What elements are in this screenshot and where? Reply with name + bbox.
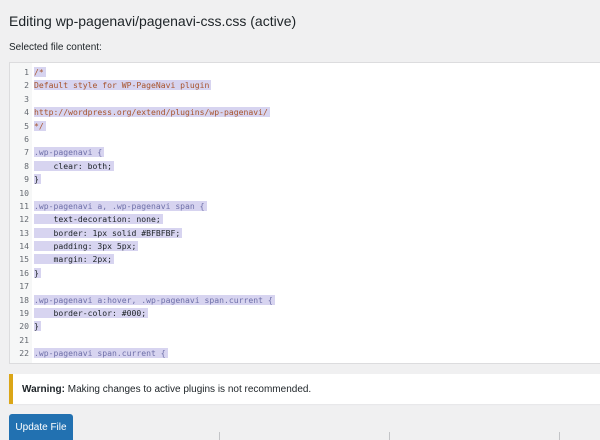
code-line[interactable]: 11 .wp-pagenavi a, .wp-pagenavi span { xyxy=(10,200,600,213)
update-file-button[interactable]: Update File xyxy=(9,414,73,440)
code-line[interactable]: 4 http://wordpress.org/extend/plugins/wp-… xyxy=(10,106,600,119)
line-number: 12 xyxy=(19,214,29,225)
line-number: 3 xyxy=(24,93,29,104)
line-number: 18 xyxy=(19,294,29,305)
code-line[interactable]: 2 Default style for WP-PageNavi plugin xyxy=(10,79,600,92)
code-line[interactable]: 13 border: 1px solid #BFBFBF; xyxy=(10,227,600,240)
line-text: padding: 3px 5px; xyxy=(34,241,139,252)
line-number: 16 xyxy=(19,267,29,278)
selected-file-label: Selected file content: xyxy=(9,42,102,53)
line-number: 13 xyxy=(19,227,29,238)
line-text: border: 1px solid #BFBFBF; xyxy=(34,227,183,238)
line-number: 15 xyxy=(19,254,29,265)
line-text: .wp-pagenavi a, .wp-pagenavi span { xyxy=(34,200,207,211)
line-number: 2 xyxy=(24,80,29,91)
line-number: 9 xyxy=(24,174,29,185)
code-line[interactable]: 16} xyxy=(10,267,600,280)
code-editor[interactable]: 1 /* 2 Default style for WP-PageNavi plugin… xyxy=(9,62,600,364)
column-divider xyxy=(389,432,390,440)
line-text: */ xyxy=(34,120,46,131)
code-line[interactable]: 21 xyxy=(10,334,600,347)
code-line[interactable]: 22 .wp-pagenavi span.current { xyxy=(10,347,600,360)
warning-notice: Warning: Making changes to active plugin… xyxy=(9,374,600,404)
column-divider xyxy=(219,432,220,440)
code-line[interactable]: 15 margin: 2px; xyxy=(10,253,600,266)
code-line[interactable]: 3 xyxy=(10,93,600,106)
line-text: .wp-pagenavi span.current { xyxy=(34,348,168,359)
line-number: 11 xyxy=(19,200,29,211)
code-line[interactable]: 17 xyxy=(10,280,600,293)
code-line[interactable]: 7 .wp-pagenavi { xyxy=(10,146,600,159)
line-number: 5 xyxy=(24,120,29,131)
line-number: 1 xyxy=(24,67,29,77)
line-number: 20 xyxy=(19,321,29,332)
line-text: text-decoration: none; xyxy=(34,214,163,225)
code-line[interactable]: 18 .wp-pagenavi a:hover, .wp-pagenavi spa… xyxy=(10,294,600,307)
line-number: 21 xyxy=(19,334,29,345)
code-line[interactable]: 12 text-decoration: none; xyxy=(10,213,600,226)
line-text: } xyxy=(34,321,41,332)
code-line[interactable]: 8 clear: both; xyxy=(10,160,600,173)
line-text: /* xyxy=(34,67,46,77)
line-number: 8 xyxy=(24,160,29,171)
line-text: } xyxy=(34,267,41,278)
line-text: margin: 2px; xyxy=(34,254,114,265)
code-content[interactable]: 1 /* 2 Default style for WP-PageNavi plugin… xyxy=(10,66,600,361)
line-text: } xyxy=(34,174,41,185)
line-number: 14 xyxy=(19,241,29,252)
line-number: 22 xyxy=(19,348,29,359)
code-line[interactable]: 6 xyxy=(10,133,600,146)
warning-label: Warning: xyxy=(22,384,65,395)
line-text: clear: both; xyxy=(34,160,114,171)
line-number: 6 xyxy=(24,133,29,144)
code-line[interactable]: 14 padding: 3px 5px; xyxy=(10,240,600,253)
code-line[interactable]: 9} xyxy=(10,173,600,186)
code-line[interactable]: 1 /* xyxy=(10,66,600,79)
code-line[interactable]: 5 */ xyxy=(10,120,600,133)
line-number: 10 xyxy=(19,187,29,198)
code-line[interactable]: 10 xyxy=(10,187,600,200)
page-title: Editing wp-pagenavi/pagenavi-css.css (ac… xyxy=(9,13,297,29)
line-number: 7 xyxy=(24,147,29,158)
line-number: 4 xyxy=(24,107,29,118)
line-text: .wp-pagenavi { xyxy=(34,147,105,158)
line-text: border-color: #000; xyxy=(34,308,149,319)
code-line[interactable]: 20} xyxy=(10,320,600,333)
line-number: 19 xyxy=(19,308,29,319)
line-text: Default style for WP-PageNavi plugin xyxy=(34,80,212,91)
line-number: 17 xyxy=(19,281,29,292)
column-divider xyxy=(559,432,560,440)
line-text: .wp-pagenavi a:hover, .wp-pagenavi span.… xyxy=(34,294,275,305)
line-text: http://wordpress.org/extend/plugins/wp-p… xyxy=(34,107,270,118)
warning-message: Making changes to active plugins is not … xyxy=(64,384,312,395)
code-line[interactable]: 19 border-color: #000; xyxy=(10,307,600,320)
